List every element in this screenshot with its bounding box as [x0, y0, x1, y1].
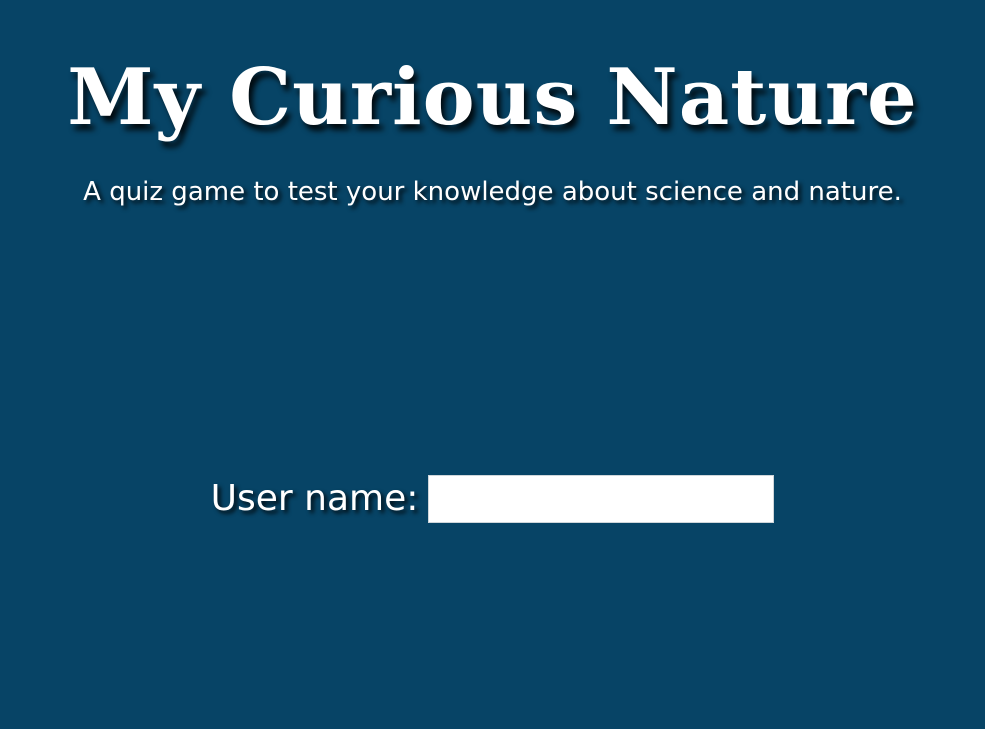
page-title: My Curious Nature	[67, 52, 918, 143]
quiz-start-page: My Curious Nature A quiz game to test yo…	[0, 0, 985, 729]
username-form: User name:	[0, 472, 985, 526]
page-subtitle: A quiz game to test your knowledge about…	[83, 177, 902, 207]
username-input[interactable]	[428, 475, 775, 523]
username-label: User name:	[210, 478, 419, 519]
